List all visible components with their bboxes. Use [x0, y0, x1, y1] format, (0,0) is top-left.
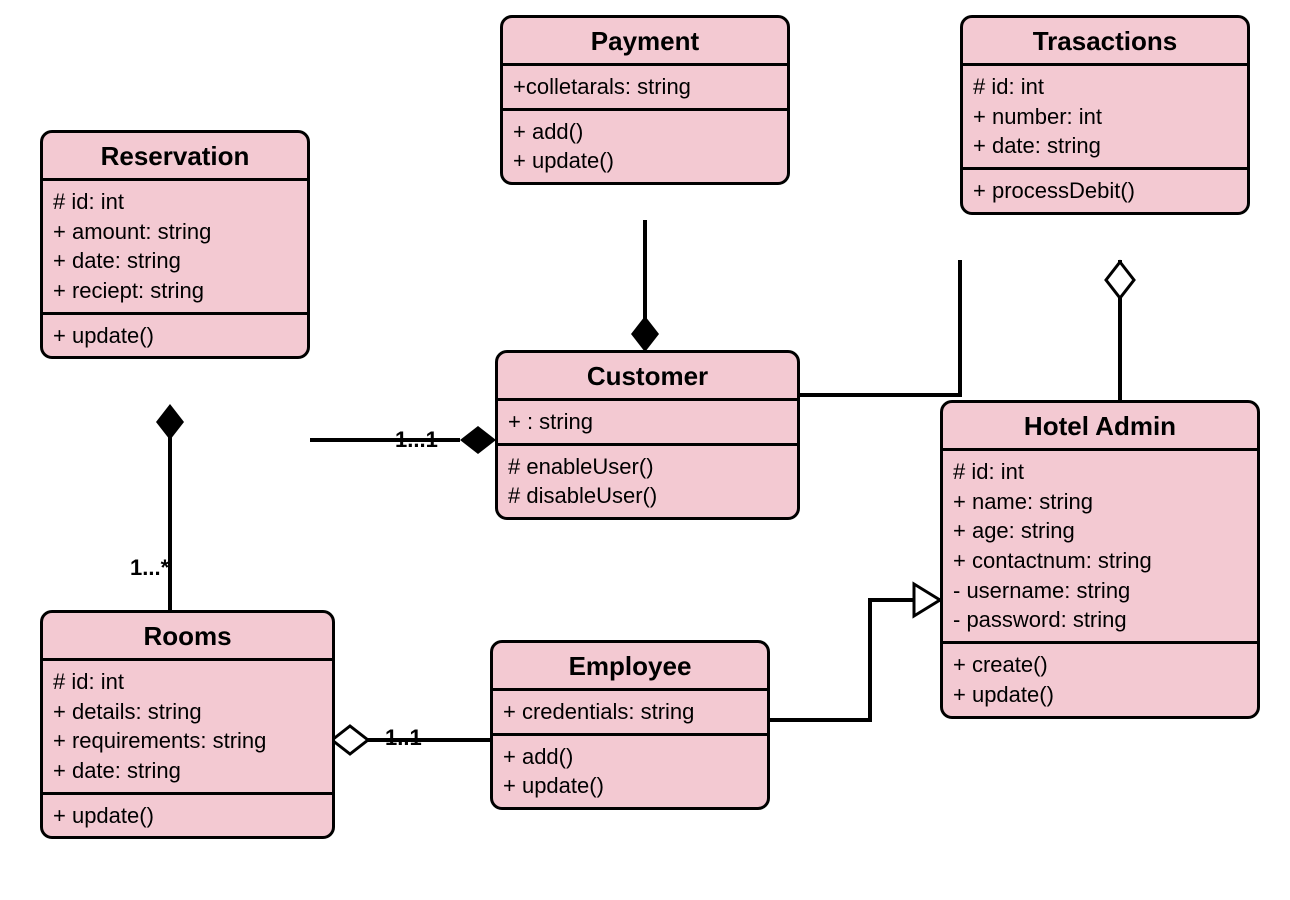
- method: + create(): [953, 650, 1247, 680]
- attr: - username: string: [953, 576, 1247, 606]
- class-employee: Employee + credentials: string + add() +…: [490, 640, 770, 810]
- class-title: Rooms: [43, 613, 332, 661]
- attr: + details: string: [53, 697, 322, 727]
- attr: + contactnum: string: [953, 546, 1247, 576]
- attr: +colletarals: string: [513, 72, 777, 102]
- multiplicity-res-rooms: 1...*: [130, 555, 169, 581]
- class-customer: Customer + : string # enableUser() # dis…: [495, 350, 800, 520]
- attr: + : string: [508, 407, 787, 437]
- attr: # id: int: [973, 72, 1237, 102]
- attr: - password: string: [953, 605, 1247, 635]
- class-rooms: Rooms # id: int + details: string + requ…: [40, 610, 335, 839]
- attr: + amount: string: [53, 217, 297, 247]
- uml-canvas: Reservation # id: int + amount: string +…: [0, 0, 1290, 900]
- attr: + number: int: [973, 102, 1237, 132]
- attributes: # id: int + name: string + age: string +…: [943, 451, 1257, 644]
- method: + add(): [513, 117, 777, 147]
- multiplicity-rooms-emp: 1..1: [385, 725, 422, 751]
- class-title: Customer: [498, 353, 797, 401]
- attributes: # id: int + amount: string + date: strin…: [43, 181, 307, 315]
- method: + update(): [513, 146, 777, 176]
- method: # disableUser(): [508, 481, 787, 511]
- class-title: Reservation: [43, 133, 307, 181]
- attributes: + credentials: string: [493, 691, 767, 736]
- attributes: # id: int + number: int + date: string: [963, 66, 1247, 170]
- methods: + update(): [43, 795, 332, 837]
- attr: # id: int: [53, 667, 322, 697]
- attributes: +colletarals: string: [503, 66, 787, 111]
- multiplicity-res-cust: 1...1: [395, 427, 438, 453]
- method: + add(): [503, 742, 757, 772]
- methods: + add() + update(): [503, 111, 787, 182]
- class-title: Trasactions: [963, 18, 1247, 66]
- attr: # id: int: [953, 457, 1247, 487]
- attr: # id: int: [53, 187, 297, 217]
- method: + update(): [503, 771, 757, 801]
- methods: + add() + update(): [493, 736, 767, 807]
- attr: + name: string: [953, 487, 1247, 517]
- class-hoteladmin: Hotel Admin # id: int + name: string + a…: [940, 400, 1260, 719]
- methods: # enableUser() # disableUser(): [498, 446, 797, 517]
- class-title: Employee: [493, 643, 767, 691]
- method: + update(): [53, 801, 322, 831]
- attributes: + : string: [498, 401, 797, 446]
- method: # enableUser(): [508, 452, 787, 482]
- methods: + update(): [43, 315, 307, 357]
- method: + update(): [53, 321, 297, 351]
- methods: + create() + update(): [943, 644, 1257, 715]
- methods: + processDebit(): [963, 170, 1247, 212]
- attributes: # id: int + details: string + requiremen…: [43, 661, 332, 795]
- attr: + date: string: [53, 756, 322, 786]
- class-payment: Payment +colletarals: string + add() + u…: [500, 15, 790, 185]
- attr: + date: string: [973, 131, 1237, 161]
- method: + update(): [953, 680, 1247, 710]
- attr: + requirements: string: [53, 726, 322, 756]
- attr: + date: string: [53, 246, 297, 276]
- attr: + credentials: string: [503, 697, 757, 727]
- class-title: Hotel Admin: [943, 403, 1257, 451]
- class-title: Payment: [503, 18, 787, 66]
- attr: + reciept: string: [53, 276, 297, 306]
- method: + processDebit(): [973, 176, 1237, 206]
- class-transactions: Trasactions # id: int + number: int + da…: [960, 15, 1250, 215]
- attr: + age: string: [953, 516, 1247, 546]
- class-reservation: Reservation # id: int + amount: string +…: [40, 130, 310, 359]
